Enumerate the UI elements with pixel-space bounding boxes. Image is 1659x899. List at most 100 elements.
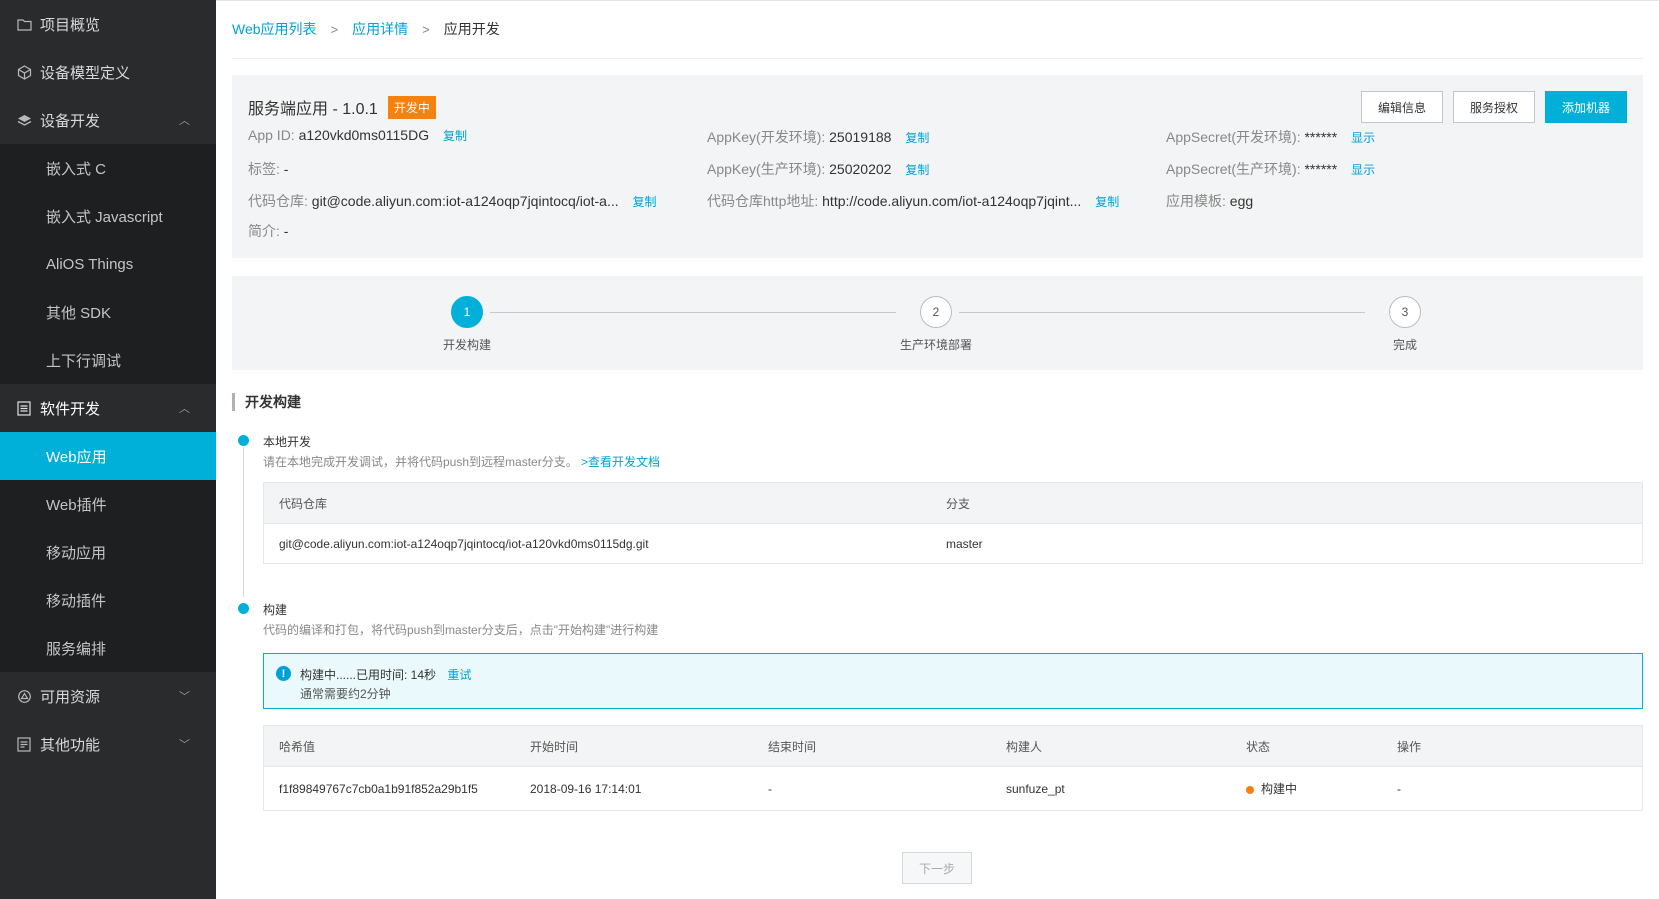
status-cell: 构建中 bbox=[1231, 780, 1382, 797]
appkey-dev-value: 25019188 bbox=[829, 129, 892, 145]
intro-label: 简介: bbox=[248, 223, 280, 239]
app-id-value: a120vkd0ms0115DG bbox=[298, 127, 430, 143]
column-header: 状态 bbox=[1246, 739, 1271, 754]
appkey-prod-value: 25020202 bbox=[829, 161, 892, 177]
repo-http-value: http://code.aliyun.com/iot-a124oqp7jqint… bbox=[822, 193, 1082, 209]
sidebar-item-embedded-c[interactable]: 嵌入式 C bbox=[0, 144, 216, 192]
sidebar-item-label: AliOS Things bbox=[46, 255, 134, 273]
sidebar-item-web-app[interactable]: Web应用 bbox=[0, 432, 216, 480]
column-header: 开始时间 bbox=[530, 739, 579, 754]
layers-icon bbox=[16, 112, 32, 128]
copy-app-id-link[interactable]: 复制 bbox=[443, 129, 467, 143]
sidebar-item-label: Web应用 bbox=[46, 448, 107, 466]
column-header: 操作 bbox=[1397, 739, 1422, 754]
table-row: git@code.aliyun.com:iot-a124oqp7jqintocq… bbox=[264, 523, 1642, 563]
sidebar-item-software-dev[interactable]: 软件开发 ︿ bbox=[0, 384, 216, 432]
appkey-prod-label: AppKey(生产环境): bbox=[707, 161, 826, 177]
app-name: 服务端应用 - 1.0.1 bbox=[248, 101, 378, 118]
sidebar-item-other-features[interactable]: 其他功能 ﹀ bbox=[0, 720, 216, 768]
column-header: 哈希值 bbox=[279, 739, 316, 754]
document-icon bbox=[16, 400, 32, 416]
secret-dev-label: AppSecret(开发环境): bbox=[1166, 129, 1301, 145]
appkey-dev-row: AppKey(开发环境): 25019188 复制 bbox=[707, 127, 929, 147]
sidebar-item-label: 移动插件 bbox=[46, 592, 107, 610]
app-title: 服务端应用 - 1.0.1 开发中 bbox=[248, 95, 436, 119]
sidebar-item-label: 移动应用 bbox=[46, 544, 107, 562]
repo-url-cell: git@code.aliyun.com:iot-a124oqp7jqintocq… bbox=[279, 536, 649, 551]
copy-appkey-prod-link[interactable]: 复制 bbox=[905, 163, 929, 177]
breadcrumb-app-detail[interactable]: 应用详情 bbox=[352, 19, 408, 39]
dev-doc-link[interactable]: >查看开发文档 bbox=[581, 455, 660, 469]
sidebar-item-label: 设备开发 bbox=[40, 112, 101, 130]
secret-dev-value: ****** bbox=[1304, 129, 1338, 145]
edit-info-button[interactable]: 编辑信息 bbox=[1360, 91, 1443, 123]
chevron-up-icon: ︿ bbox=[179, 403, 190, 415]
breadcrumb-web-app-list[interactable]: Web应用列表 bbox=[232, 19, 317, 39]
service-auth-button[interactable]: 服务授权 bbox=[1452, 91, 1535, 123]
build-desc: 代码的编译和打包，将代码push到master分支后，点击"开始构建"进行构建 bbox=[263, 623, 659, 637]
secret-dev-row: AppSecret(开发环境): ****** 显示 bbox=[1166, 127, 1375, 147]
chevron-down-icon: ﹀ bbox=[179, 739, 190, 751]
show-secret-dev-link[interactable]: 显示 bbox=[1351, 131, 1375, 145]
next-step-button[interactable]: 下一步 bbox=[902, 852, 972, 884]
step-connector bbox=[490, 312, 896, 313]
repo-http-row: 代码仓库http地址: http://code.aliyun.com/iot-a… bbox=[707, 191, 1119, 211]
local-dev-desc-text: 请在本地完成开发调试，并将代码push到远程master分支。 bbox=[263, 455, 578, 469]
table-header: 代码仓库 分支 bbox=[264, 483, 1642, 523]
breadcrumb-current: 应用开发 bbox=[443, 21, 500, 37]
sidebar-item-label: 上下行调试 bbox=[46, 352, 122, 370]
section-title: 开发构建 bbox=[232, 393, 301, 411]
sidebar-item-label: 服务编排 bbox=[46, 640, 107, 658]
notice-status: 构建中......已用时间: 14秒 bbox=[300, 668, 437, 682]
tag-value: - bbox=[283, 161, 289, 177]
sidebar-item-alios-things[interactable]: AliOS Things bbox=[0, 240, 216, 288]
sidebar-item-embedded-js[interactable]: 嵌入式 Javascript bbox=[0, 192, 216, 240]
sidebar-item-device-dev[interactable]: 设备开发 ︿ bbox=[0, 96, 216, 144]
step-complete: 3 完成 bbox=[1345, 296, 1465, 353]
step-prod-deploy: 2 生产环境部署 bbox=[876, 296, 996, 353]
add-machine-button[interactable]: 添加机器 bbox=[1544, 91, 1627, 123]
copy-repo-link[interactable]: 复制 bbox=[633, 195, 657, 209]
main-content: Web应用列表 > 应用详情 > 应用开发 服务端应用 - 1.0.1 开发中 … bbox=[216, 0, 1659, 899]
step-label: 生产环境部署 bbox=[899, 338, 972, 352]
tag-label: 标签: bbox=[248, 161, 280, 177]
sidebar: 项目概览 设备模型定义 设备开发 ︿ 嵌入式 C 嵌入式 Javascript … bbox=[0, 0, 216, 899]
device-dev-submenu: 嵌入式 C 嵌入式 Javascript AliOS Things 其他 SDK… bbox=[0, 144, 216, 384]
table-row: f1f89849767c7cb0a1b91f852a29b1f5 2018-09… bbox=[264, 766, 1642, 810]
timeline-dot bbox=[238, 435, 249, 446]
software-dev-submenu: Web应用 Web插件 移动应用 移动插件 服务编排 bbox=[0, 432, 216, 672]
sidebar-item-mobile-app[interactable]: 移动应用 bbox=[0, 528, 216, 576]
sidebar-item-web-plugin[interactable]: Web插件 bbox=[0, 480, 216, 528]
sidebar-item-label: 嵌入式 C bbox=[46, 160, 107, 178]
column-header: 分支 bbox=[946, 496, 971, 511]
breadcrumb-separator-icon: > bbox=[422, 21, 430, 37]
cube-icon bbox=[16, 64, 32, 80]
retry-link[interactable]: 重试 bbox=[447, 668, 471, 682]
build-notice: ! 构建中......已用时间: 14秒 重试 通常需要约2分钟 bbox=[263, 653, 1643, 709]
step-number: 2 bbox=[920, 296, 952, 328]
table-header: 哈希值 开始时间 结束时间 构建人 状态 操作 bbox=[264, 726, 1642, 766]
tag-row: 标签: - bbox=[248, 159, 288, 179]
sidebar-item-device-model[interactable]: 设备模型定义 bbox=[0, 48, 216, 96]
copy-appkey-dev-link[interactable]: 复制 bbox=[905, 131, 929, 145]
local-dev-title: 本地开发 bbox=[263, 435, 312, 449]
copy-repo-http-link[interactable]: 复制 bbox=[1095, 195, 1119, 209]
sidebar-item-resources[interactable]: 可用资源 ﹀ bbox=[0, 672, 216, 720]
sidebar-item-service-orchestration[interactable]: 服务编排 bbox=[0, 624, 216, 672]
repo-label: 代码仓库: bbox=[248, 193, 308, 209]
sidebar-item-label: 软件开发 bbox=[40, 400, 101, 418]
sidebar-item-mobile-plugin[interactable]: 移动插件 bbox=[0, 576, 216, 624]
show-secret-prod-link[interactable]: 显示 bbox=[1351, 163, 1375, 177]
sidebar-item-debug[interactable]: 上下行调试 bbox=[0, 336, 216, 384]
builder-cell: sunfuze_pt bbox=[1006, 781, 1065, 796]
step-number: 3 bbox=[1389, 296, 1421, 328]
steps-panel: 1 开发构建 2 生产环境部署 3 完成 bbox=[232, 276, 1643, 370]
start-time-cell: 2018-09-16 17:14:01 bbox=[530, 781, 642, 796]
sidebar-item-project-overview[interactable]: 项目概览 bbox=[0, 0, 216, 48]
column-header: 代码仓库 bbox=[279, 496, 328, 511]
status-dot-icon bbox=[1246, 785, 1254, 794]
column-header: 构建人 bbox=[1006, 739, 1043, 754]
sidebar-item-other-sdk[interactable]: 其他 SDK bbox=[0, 288, 216, 336]
sidebar-item-label: 项目概览 bbox=[40, 16, 101, 34]
step-dev-build: 1 开发构建 bbox=[407, 296, 527, 353]
